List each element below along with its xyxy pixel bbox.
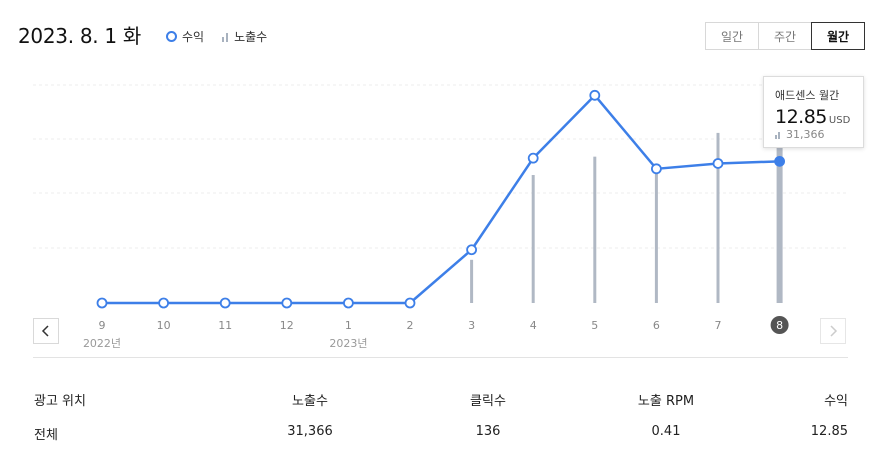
divider (33, 357, 848, 358)
chevron-left-icon (41, 325, 49, 337)
revenue-point (589, 89, 601, 101)
x-tick-label: 3 (468, 319, 475, 332)
tooltip-title: 애드센스 월간 (775, 89, 840, 102)
x-tick-label: 11 (218, 319, 232, 332)
monthly-button[interactable]: 월간 (811, 22, 865, 50)
revenue-point (651, 163, 662, 175)
revenue-point (158, 297, 170, 309)
x-tick-label: 5 (591, 319, 598, 332)
tooltip-impressions: 31,366 (786, 128, 825, 141)
revenue-chart: 9 10 11 12 1 2 3 4 5 6 7 82022년 2023년 (33, 84, 848, 350)
revenue-point (96, 297, 108, 309)
column-header-impressions: 노출수 (292, 394, 328, 409)
x-tick-label: 6 (653, 319, 660, 332)
impressions-icon (775, 131, 782, 139)
impressions-bar (470, 259, 474, 303)
tooltip-unit: USD (828, 115, 851, 126)
x-tick-label: 1 (345, 319, 352, 332)
impressions-bar (531, 175, 535, 303)
table-row: 전체 31,366 136 0.41 12.85 (34, 424, 848, 458)
cell-clicks: 136 (475, 424, 501, 439)
revenue-point (712, 158, 724, 169)
table-header-row: 광고 위치 노출수 클릭수 노출 RPM 수익 (34, 390, 848, 424)
x-tick-label: 10 (157, 319, 171, 332)
summary-table: 광고 위치 노출수 클릭수 노출 RPM 수익 전체 31,366 136 0.… (34, 390, 848, 458)
impressions-bar (654, 173, 658, 303)
x-tick-label: 9 (99, 319, 106, 332)
revenue-point (527, 152, 539, 164)
impressions-bar (593, 156, 597, 303)
x-tick-label: 2 (407, 319, 414, 332)
cell-revenue: 12.85 (810, 424, 848, 439)
cell-impressions: 31,366 (287, 424, 333, 439)
x-tick-label: 4 (530, 319, 537, 332)
next-period-button[interactable] (820, 318, 846, 344)
prev-period-button[interactable] (33, 318, 59, 344)
revenue-point (219, 297, 231, 309)
column-header-revenue: 수익 (824, 394, 848, 409)
revenue-point (342, 297, 354, 309)
cell-rpm: 0.41 (651, 424, 681, 439)
revenue-point (774, 155, 785, 167)
cell-ad-position: 전체 (34, 428, 58, 443)
tooltip-value: 12.85 (775, 106, 827, 128)
revenue-point (466, 244, 478, 256)
revenue-line (102, 94, 780, 305)
chevron-right-icon (830, 325, 838, 337)
x-tick-label: 7 (715, 319, 722, 332)
x-tick-label: 12 (280, 319, 294, 332)
chart-tooltip: 애드센스 월간 12.85 USD 31,366 (763, 76, 864, 148)
year-label: 2022년 (83, 337, 121, 350)
revenue-point (404, 297, 416, 309)
year-label: 2023년 (329, 337, 367, 350)
x-tick-label: 8 (776, 319, 783, 332)
column-header-rpm: 노출 RPM (637, 394, 695, 409)
column-header-clicks: 클릭수 (470, 394, 506, 409)
revenue-point (281, 297, 293, 309)
column-header-ad-position: 광고 위치 (34, 394, 86, 409)
